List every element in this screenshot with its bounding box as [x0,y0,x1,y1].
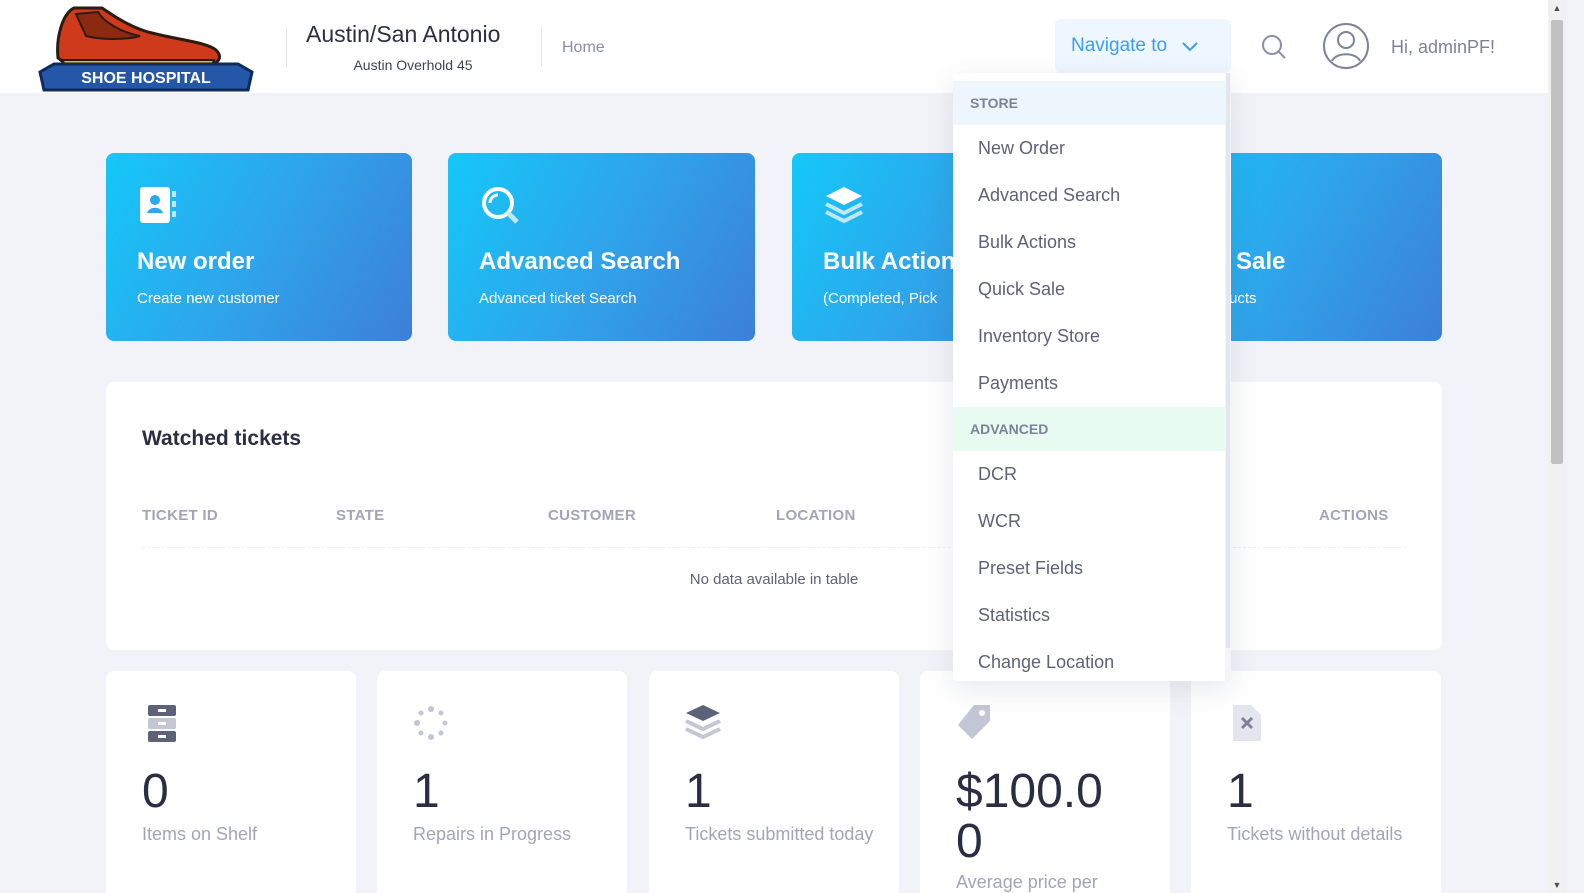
stat-card-repairs-in-progress: 1 Repairs in Progress [377,671,627,893]
file-x-icon [1233,705,1261,741]
header-divider [286,27,287,67]
menu-section-advanced: ADVANCED [953,407,1225,451]
dropdown-scrollbar[interactable] [1225,73,1231,681]
column-header-location[interactable]: LOCATION [776,507,856,524]
empty-table-message: No data available in table [689,571,859,588]
shoe-hospital-logo[interactable]: SHOE HOSPITAL [36,4,256,92]
navigate-to-button[interactable]: Navigate to [1055,19,1231,73]
menu-item-payments[interactable]: Payments [953,360,1225,407]
menu-item-statistics[interactable]: Statistics [953,592,1225,639]
contact-book-icon [140,187,176,223]
column-header-ticket-id[interactable]: TICKET ID [142,507,218,524]
tile-subtitle: ucts [1229,290,1257,307]
tile-title: Sale [1236,248,1286,275]
user-avatar-icon[interactable] [1322,22,1370,70]
page-scrollbar[interactable]: ▲ ▼ [1548,0,1566,893]
stat-card-average-price: $100.00 Average price per [920,671,1170,893]
breadcrumb-home[interactable]: Home [562,39,605,57]
menu-item-wcr[interactable]: WCR [953,498,1225,545]
stat-label: Tickets without details [1227,824,1403,844]
navigate-dropdown-menu: STORE New Order Advanced Search Bulk Act… [953,73,1231,681]
user-greeting[interactable]: Hi, adminPF! [1391,37,1495,58]
card-title: Watched tickets [142,427,302,450]
header-divider [541,27,542,67]
navigate-to-label: Navigate to [1071,35,1168,56]
stat-card-tickets-submitted-today: 1 Tickets submitted today [649,671,899,893]
stat-card-tickets-without-details: 1 Tickets without details [1191,671,1441,893]
stat-value: 1 [413,765,440,818]
search-icon [482,187,519,224]
watched-tickets-card: Watched tickets TICKET ID STATE CUSTOMER… [106,382,1442,650]
spinner-icon [414,706,448,740]
tile-new-order[interactable]: New order Create new customer [106,153,412,341]
menu-item-advanced-search[interactable]: Advanced Search [953,172,1225,219]
search-icon[interactable] [1260,33,1288,61]
menu-item-new-order[interactable]: New Order [953,125,1225,172]
tag-icon [958,705,990,739]
column-header-actions[interactable]: ACTIONS [1319,507,1389,524]
tile-advanced-search[interactable]: Advanced Search Advanced ticket Search [448,153,755,341]
tile-subtitle: Create new customer [137,290,280,307]
dropdown-scrollbar-thumb[interactable] [1226,73,1230,648]
stat-value: 1 [685,765,712,818]
stat-value: 0 [142,765,169,818]
layers-icon [685,705,721,740]
tile-title: Bulk Actions [823,248,969,275]
stat-value: $100.00 [956,765,1103,868]
top-header: SHOE HOSPITAL Austin/San Antonio Austin … [0,0,1566,93]
logo-text: SHOE HOSPITAL [81,70,211,87]
tile-title: New order [137,248,255,275]
tile-subtitle: (Completed, Pick [823,290,938,307]
stat-label: Tickets submitted today [685,824,874,844]
menu-item-dcr[interactable]: DCR [953,451,1225,498]
cabinet-icon [148,705,176,742]
stat-value: 1 [1227,765,1254,818]
scrollbar-thumb[interactable] [1551,20,1563,464]
location-subtitle: Austin Overhold 45 [353,57,473,73]
menu-item-preset-fields[interactable]: Preset Fields [953,545,1225,592]
stat-label: Items on Shelf [142,824,258,844]
menu-section-store: STORE [953,81,1225,125]
scroll-up-arrow-icon[interactable]: ▲ [1548,0,1566,16]
menu-item-inventory-store[interactable]: Inventory Store [953,313,1225,360]
column-header-state[interactable]: STATE [336,507,384,524]
scroll-down-arrow-icon[interactable]: ▼ [1548,877,1566,893]
stat-label: Average price per [956,872,1098,892]
menu-item-bulk-actions[interactable]: Bulk Actions [953,219,1225,266]
menu-item-quick-sale[interactable]: Quick Sale [953,266,1225,313]
location-title: Austin/San Antonio [306,21,501,47]
tile-title: Advanced Search [479,248,681,275]
layers-icon [825,187,863,224]
stat-label: Repairs in Progress [413,824,572,844]
stat-card-items-on-shelf: 0 Items on Shelf [106,671,356,893]
tile-subtitle: Advanced ticket Search [479,290,637,307]
column-header-customer[interactable]: CUSTOMER [548,507,636,524]
chevron-down-icon [1182,42,1198,52]
menu-item-change-location[interactable]: Change Location [953,639,1225,681]
